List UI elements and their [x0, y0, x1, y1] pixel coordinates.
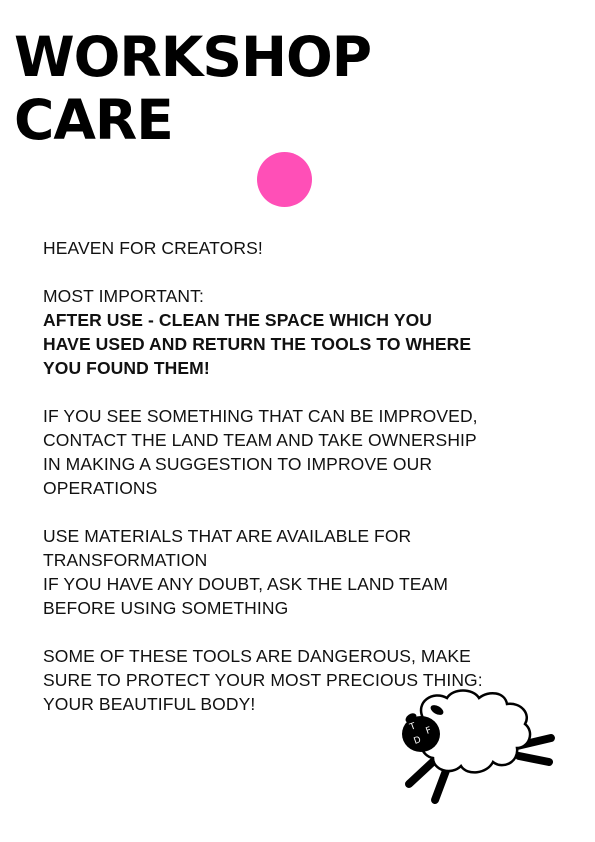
materials-line: TRANSFORMATION	[43, 550, 208, 570]
materials-line: IF YOU HAVE ANY DOUBT, ASK THE LAND TEAM	[43, 574, 448, 594]
title-line-1: WORKSHOP	[14, 25, 372, 89]
intro-paragraph: HEAVEN FOR CREATORS!	[43, 236, 543, 260]
important-line: AFTER USE - CLEAN THE SPACE WHICH YOU	[43, 310, 433, 330]
improve-line: IN MAKING A SUGGESTION TO IMPROVE OUR	[43, 454, 433, 474]
materials-paragraph: USE MATERIALS THAT ARE AVAILABLE FOR TRA…	[43, 524, 543, 620]
important-line: HAVE USED AND RETURN THE TOOLS TO WHERE	[43, 334, 472, 354]
sheep-icon: T F D	[402, 689, 555, 804]
improve-line: IF YOU SEE SOMETHING THAT CAN BE IMPROVE…	[43, 406, 478, 426]
body-text: HEAVEN FOR CREATORS! MOST IMPORTANT: AFT…	[43, 236, 543, 716]
important-paragraph: MOST IMPORTANT: AFTER USE - CLEAN THE SP…	[43, 284, 543, 380]
improve-line: OPERATIONS	[43, 478, 158, 498]
pink-dot-decoration	[257, 152, 312, 207]
safety-line: SOME OF THESE TOOLS ARE DANGEROUS, MAKE	[43, 646, 471, 666]
title-line-2: CARE	[14, 88, 174, 152]
materials-line: BEFORE USING SOMETHING	[43, 598, 289, 618]
intro-text: HEAVEN FOR CREATORS!	[43, 238, 263, 258]
important-label: MOST IMPORTANT:	[43, 286, 204, 306]
important-line: YOU FOUND THEM!	[43, 358, 210, 378]
page-title: WORKSHOP CARE	[14, 25, 372, 152]
improve-line: CONTACT THE LAND TEAM AND TAKE OWNERSHIP	[43, 430, 477, 450]
improve-paragraph: IF YOU SEE SOMETHING THAT CAN BE IMPROVE…	[43, 404, 543, 500]
materials-line: USE MATERIALS THAT ARE AVAILABLE FOR	[43, 526, 412, 546]
